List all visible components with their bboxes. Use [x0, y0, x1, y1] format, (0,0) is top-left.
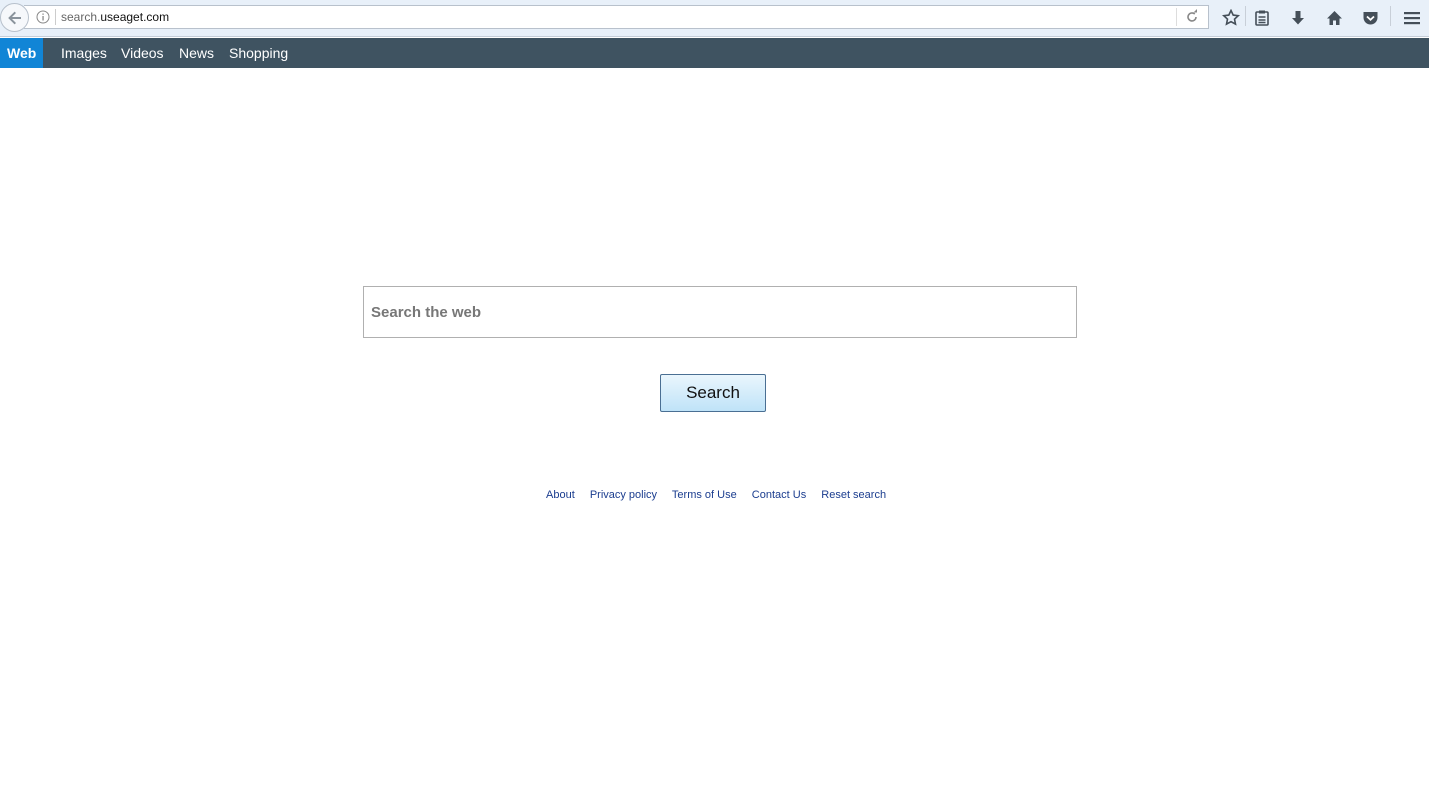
- download-icon[interactable]: [1287, 7, 1309, 29]
- footer-links: About Privacy policy Terms of Use Contac…: [546, 489, 898, 501]
- reload-separator: [1176, 8, 1177, 26]
- info-icon[interactable]: [36, 10, 50, 24]
- pocket-icon[interactable]: [1359, 7, 1381, 29]
- footer-link-contact-us[interactable]: Contact Us: [752, 489, 806, 501]
- back-icon: [7, 11, 21, 24]
- url-text[interactable]: search.useaget.com: [61, 10, 169, 24]
- nav-tab-images[interactable]: Images: [61, 38, 107, 68]
- search-category-nav: Web Images Videos News Shopping: [0, 38, 1429, 68]
- footer-link-privacy-policy[interactable]: Privacy policy: [590, 489, 657, 501]
- search-input[interactable]: [363, 286, 1077, 338]
- search-button[interactable]: Search: [660, 374, 766, 412]
- browser-toolbar: search.useaget.com: [0, 0, 1429, 37]
- home-icon[interactable]: [1323, 7, 1345, 29]
- reading-list-icon[interactable]: [1251, 7, 1273, 29]
- url-domain: useaget.com: [100, 10, 170, 24]
- bookmark-star-icon[interactable]: [1220, 7, 1242, 29]
- toolbar-separator: [1390, 6, 1391, 26]
- nav-tab-news[interactable]: News: [179, 38, 214, 68]
- menu-icon[interactable]: [1401, 7, 1423, 29]
- footer-link-about[interactable]: About: [546, 489, 575, 501]
- back-button[interactable]: [0, 3, 29, 32]
- nav-tab-videos[interactable]: Videos: [121, 38, 164, 68]
- url-separator: [55, 9, 56, 25]
- url-bar[interactable]: search.useaget.com: [24, 5, 1209, 29]
- footer-link-reset-search[interactable]: Reset search: [821, 489, 886, 501]
- nav-tab-web[interactable]: Web: [0, 38, 44, 68]
- url-prefix: search.: [61, 10, 101, 24]
- footer-link-terms-of-use[interactable]: Terms of Use: [672, 489, 737, 501]
- nav-tab-shopping[interactable]: Shopping: [229, 38, 288, 68]
- reload-icon[interactable]: [1184, 9, 1200, 25]
- toolbar-separator: [1245, 6, 1246, 26]
